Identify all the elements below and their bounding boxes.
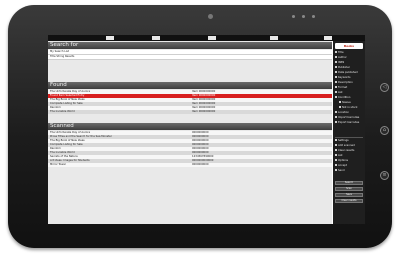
table-row[interactable]: Mirror Tower 0000000000	[48, 163, 332, 167]
sidebar-item[interactable]: Export barcodes	[335, 121, 364, 125]
sidebar-item[interactable]: Author	[335, 56, 364, 60]
row-value: 0000000000	[192, 163, 209, 166]
status-icon	[106, 36, 114, 40]
sidebar-button[interactable]: Scan	[335, 187, 363, 191]
sidebar-button[interactable]: Clear results	[335, 199, 363, 203]
search-field-text: Title String Results	[50, 55, 75, 58]
tablet-device: ◁ ⌂ ≡ Search for My Search List Title Str…	[8, 5, 392, 248]
status-icon	[208, 36, 216, 40]
scanned-section-header: Scanned	[48, 123, 332, 130]
search-field[interactable]: Title String Results	[48, 55, 332, 60]
sidebar-divider	[335, 137, 363, 138]
sidebar: Books Title Author ISBN Publisher Date publi…	[333, 41, 365, 224]
sidebar-item[interactable]: Date published	[335, 71, 364, 75]
sidebar-option[interactable]: Accept	[335, 164, 364, 168]
found-section-header: Found	[48, 82, 332, 89]
app-logo: Books	[335, 43, 363, 49]
sidebar-option[interactable]: Send	[335, 169, 364, 173]
row-title: Mirror Tower	[50, 163, 66, 166]
sidebar-button[interactable]: Save	[335, 193, 363, 197]
sidebar-button[interactable]: Search	[335, 181, 363, 185]
sidebar-item[interactable]: List	[335, 91, 364, 95]
row-title: The Invisible World	[50, 110, 75, 113]
sidebar-option[interactable]: Clear results	[335, 149, 364, 153]
indicator-light	[292, 15, 295, 18]
back-hardware-button[interactable]: ◁	[380, 83, 389, 92]
tablet-screen: Search for My Search List Title String Re…	[48, 35, 365, 224]
status-icon	[324, 36, 332, 40]
camera-icon	[208, 14, 213, 19]
sidebar-item[interactable]: Import barcodes	[335, 116, 364, 120]
status-icon	[152, 36, 160, 40]
home-hardware-button[interactable]: ⌂	[380, 126, 389, 135]
sidebar-item[interactable]: Title	[335, 51, 364, 55]
main-panel: Search for My Search List Title String Re…	[48, 41, 332, 224]
sidebar-item[interactable]: Description	[335, 81, 364, 85]
sidebar-item[interactable]: Format	[335, 86, 364, 90]
search-field-text: My Search List	[50, 50, 69, 53]
search-section-header: Search for	[48, 42, 332, 49]
sidebar-option[interactable]: Add scanned	[335, 144, 364, 148]
sidebar-item[interactable]: Sleeve	[335, 101, 365, 105]
sidebar-option[interactable]: List	[335, 154, 364, 158]
indicator-light	[312, 15, 315, 18]
sidebar-item[interactable]: Publisher	[335, 66, 364, 70]
sidebar-item[interactable]: Not in stock	[335, 106, 365, 110]
table-row[interactable]: The Invisible World Item 0000000000	[48, 110, 332, 114]
menu-hardware-button[interactable]: ≡	[380, 171, 389, 180]
sidebar-item[interactable]: ISBN	[335, 61, 364, 65]
indicator-light	[302, 15, 305, 18]
sidebar-option[interactable]: Options	[335, 159, 364, 163]
row-value: Item 0000000000	[192, 110, 216, 113]
sidebar-item[interactable]: Location	[335, 111, 364, 115]
sidebar-section-label: Settings	[335, 139, 364, 143]
status-icon	[270, 36, 278, 40]
sidebar-item[interactable]: Condition	[335, 96, 364, 100]
sidebar-item[interactable]: Keywords	[335, 76, 364, 80]
